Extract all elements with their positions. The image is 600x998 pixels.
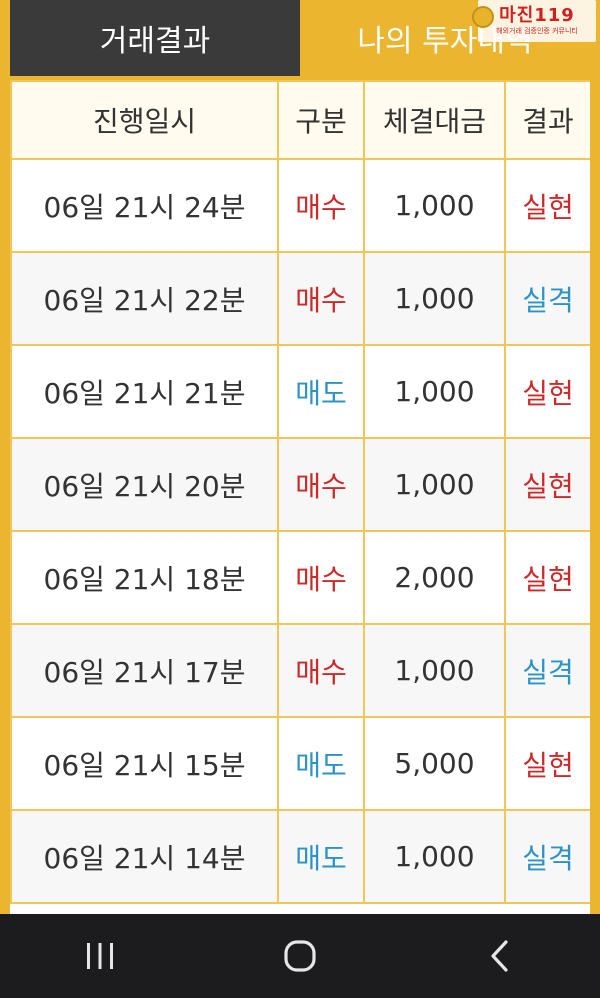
trade-table-container[interactable]: 진행일시 구분 체결대금 결과 06일 21시 24분 매수 1,000 실현 …	[10, 80, 590, 914]
cell-amount: 1,000	[363, 623, 506, 718]
watermark-logo: 마진119 해외거래 검증인증 커뮤니티	[472, 0, 596, 42]
cell-datetime: 06일 21시 22분	[10, 251, 279, 346]
tab-trade-results[interactable]: 거래결과	[10, 0, 300, 76]
table-row: 06일 21시 18분 매수 2,000 실현	[10, 530, 590, 625]
tab-trade-results-label: 거래결과	[99, 24, 211, 59]
trade-table: 진행일시 구분 체결대금 결과 06일 21시 24분 매수 1,000 실현 …	[10, 80, 590, 904]
home-button[interactable]	[260, 926, 340, 986]
cell-type: 매도	[277, 809, 365, 904]
cell-type: 매수	[277, 251, 365, 346]
logo-badge-icon	[472, 6, 494, 28]
back-button[interactable]	[460, 926, 540, 986]
android-nav-bar	[0, 914, 600, 998]
cell-result: 실현	[504, 530, 590, 625]
cell-amount: 1,000	[363, 158, 506, 253]
cell-datetime: 06일 21시 18분	[10, 530, 279, 625]
cell-type: 매도	[277, 716, 365, 811]
table-row: 06일 21시 21분 매도 1,000 실현	[10, 344, 590, 439]
cell-datetime: 06일 21시 20분	[10, 437, 279, 532]
cell-amount: 1,000	[363, 344, 506, 439]
cell-result: 실격	[504, 251, 590, 346]
header-datetime: 진행일시	[10, 80, 279, 160]
back-icon	[491, 940, 508, 972]
cell-amount: 1,000	[363, 251, 506, 346]
table-row: 06일 21시 15분 매도 5,000 실현	[10, 716, 590, 811]
cell-amount: 5,000	[363, 716, 506, 811]
header-amount: 체결대금	[363, 80, 506, 160]
header-type: 구분	[277, 80, 365, 160]
cell-type: 매도	[277, 344, 365, 439]
table-row: 06일 21시 22분 매수 1,000 실격	[10, 251, 590, 346]
cell-type: 매수	[277, 623, 365, 718]
tab-bar: 거래결과 나의 투자내역 마진119 해외거래 검증인증 커뮤니티	[0, 0, 600, 78]
cell-datetime: 06일 21시 17분	[10, 623, 279, 718]
cell-result: 실격	[504, 623, 590, 718]
cell-datetime: 06일 21시 14분	[10, 809, 279, 904]
cell-datetime: 06일 21시 15분	[10, 716, 279, 811]
table-row: 06일 21시 20분 매수 1,000 실현	[10, 437, 590, 532]
cell-amount: 1,000	[363, 809, 506, 904]
cell-datetime: 06일 21시 24분	[10, 158, 279, 253]
cell-type: 매수	[277, 158, 365, 253]
table-header-row: 진행일시 구분 체결대금 결과	[10, 80, 590, 160]
home-icon	[284, 940, 316, 972]
table-row: 06일 21시 24분 매수 1,000 실현	[10, 158, 590, 253]
cell-amount: 1,000	[363, 437, 506, 532]
header-result: 결과	[504, 80, 590, 160]
cell-amount: 2,000	[363, 530, 506, 625]
cell-datetime: 06일 21시 21분	[10, 344, 279, 439]
recent-apps-icon	[87, 943, 113, 969]
table-row: 06일 21시 17분 매수 1,000 실격	[10, 623, 590, 718]
logo-main-text: 마진119	[499, 5, 575, 26]
cell-result: 실현	[504, 158, 590, 253]
cell-result: 실격	[504, 809, 590, 904]
cell-result: 실현	[504, 437, 590, 532]
table-row: 06일 21시 14분 매도 1,000 실격	[10, 809, 590, 904]
cell-result: 실현	[504, 716, 590, 811]
cell-type: 매수	[277, 437, 365, 532]
logo-sub-text: 해외거래 검증인증 커뮤니티	[496, 27, 578, 35]
cell-result: 실현	[504, 344, 590, 439]
recent-apps-button[interactable]	[60, 926, 140, 986]
cell-type: 매수	[277, 530, 365, 625]
